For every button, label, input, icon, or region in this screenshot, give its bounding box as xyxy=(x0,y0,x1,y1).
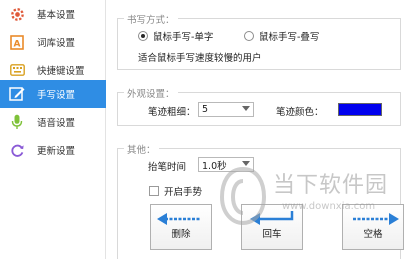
microphone-icon xyxy=(9,114,25,130)
delete-label: 删除 xyxy=(171,229,191,240)
space-label: 空格 xyxy=(363,229,383,240)
writing-mode-group: 书写方式： 鼠标手写-单字 鼠标手写-叠写 适合鼠标手写速度较慢的用户 xyxy=(117,12,401,70)
stroke-width-value: 5 xyxy=(202,104,209,115)
stroke-color-swatch[interactable] xyxy=(338,103,382,116)
radio-dot xyxy=(244,31,254,41)
sidebar-item-label: 词库设置 xyxy=(37,38,76,49)
svg-text:A: A xyxy=(14,39,21,49)
chevron-down-icon xyxy=(242,106,250,111)
appearance-group: 外观设置： 笔迹粗细： 5 笔迹颜色： xyxy=(117,86,401,126)
lift-time-label: 抬笔时间 xyxy=(148,162,187,173)
stroke-color-label: 笔迹颜色： xyxy=(276,107,324,118)
lift-time-value: 1.0秒 xyxy=(202,160,227,172)
appearance-title: 外观设置： xyxy=(124,86,178,100)
sidebar-item-update[interactable]: 更新设置 xyxy=(0,136,106,164)
sidebar-item-label: 基本设置 xyxy=(37,10,76,21)
update-icon xyxy=(9,142,25,158)
sidebar-item-label: 快捷键设置 xyxy=(37,66,85,77)
chevron-down-icon xyxy=(242,161,250,166)
radio-dot xyxy=(138,31,148,41)
space-button[interactable]: 空格 xyxy=(342,204,404,250)
radio-single-char[interactable]: 鼠标手写-单字 xyxy=(138,29,213,43)
checkbox-box xyxy=(149,186,159,196)
keyboard-icon xyxy=(9,62,25,78)
sidebar: 基本设置 A 词库设置 快捷键设置 手写设置 语音设置 更新设置 xyxy=(0,0,106,259)
enter-button[interactable]: 回车 xyxy=(241,204,303,250)
sidebar-item-handwriting[interactable]: 手写设置 xyxy=(0,80,106,108)
sidebar-item-label: 语音设置 xyxy=(37,118,76,129)
radio-overlap[interactable]: 鼠标手写-叠写 xyxy=(244,29,319,43)
gesture-checkbox[interactable]: 开启手势 xyxy=(149,184,202,198)
other-title: 其他： xyxy=(124,142,159,156)
other-group: 其他： 抬笔时间 1.0秒 开启手势 删除 回车 空格 xyxy=(117,142,404,259)
sidebar-item-basic[interactable]: 基本设置 xyxy=(0,0,106,28)
dictionary-icon: A xyxy=(9,34,25,50)
stroke-width-select[interactable]: 5 xyxy=(198,102,254,117)
radio-label: 鼠标手写-叠写 xyxy=(259,32,320,43)
lift-time-select[interactable]: 1.0秒 xyxy=(198,157,254,172)
stroke-width-label: 笔迹粗细： xyxy=(148,107,196,118)
gear-icon xyxy=(9,6,25,22)
sidebar-item-dictionary[interactable]: A 词库设置 xyxy=(0,28,106,56)
sidebar-item-voice[interactable]: 语音设置 xyxy=(0,108,106,136)
handwriting-icon xyxy=(9,86,25,102)
radio-label: 鼠标手写-单字 xyxy=(153,32,214,43)
delete-button[interactable]: 删除 xyxy=(150,204,212,250)
writing-mode-title: 书写方式： xyxy=(124,12,178,26)
enter-label: 回车 xyxy=(262,229,282,240)
sidebar-item-label: 手写设置 xyxy=(37,90,76,101)
gesture-label: 开启手势 xyxy=(164,187,203,198)
writing-mode-description: 适合鼠标手写速度较慢的用户 xyxy=(138,53,262,64)
sidebar-item-label: 更新设置 xyxy=(37,146,76,157)
